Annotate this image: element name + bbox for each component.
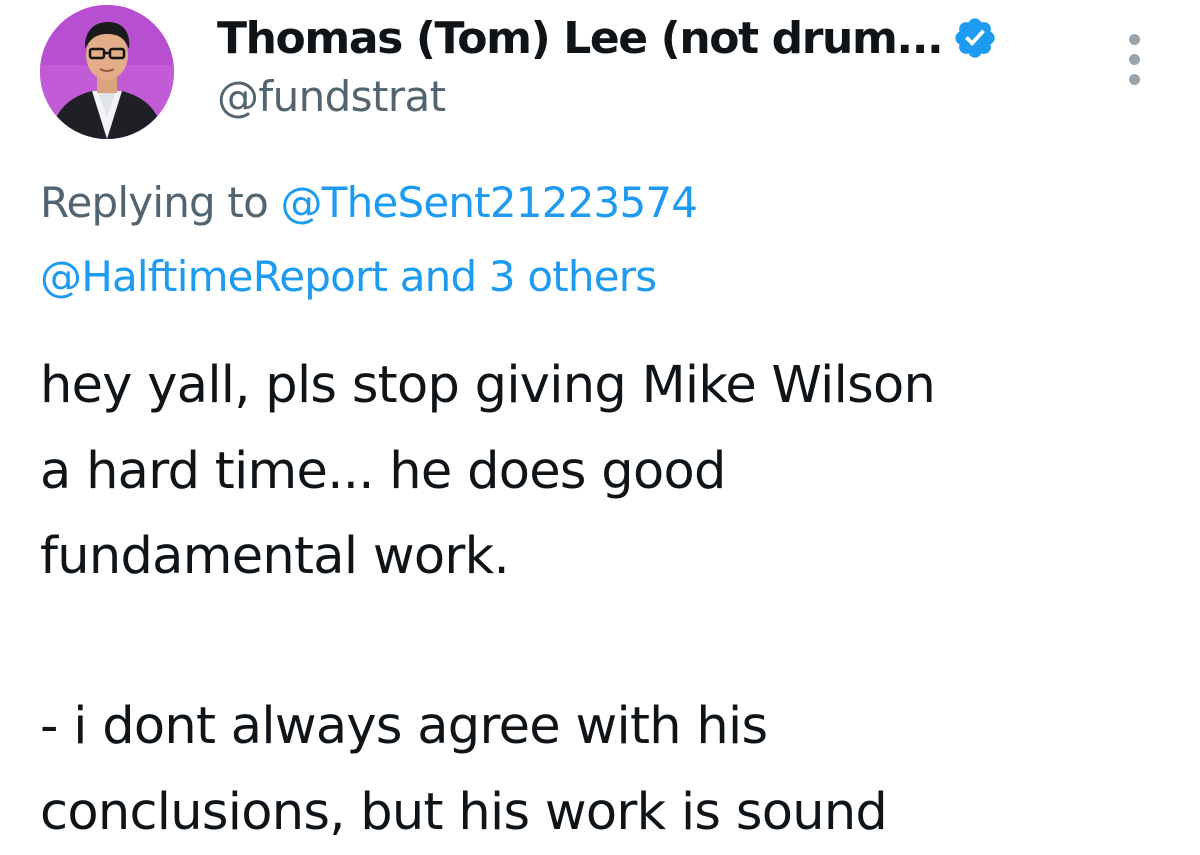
more-dot-icon — [1129, 34, 1140, 45]
tweet-text-line: - i dont always agree with his — [40, 697, 768, 756]
more-dot-icon — [1129, 54, 1140, 65]
reply-prefix: Replying to — [40, 178, 269, 227]
verified-badge-icon[interactable] — [952, 15, 998, 61]
mention-link[interactable]: @HalftimeReport — [40, 252, 388, 301]
mention-link[interactable]: @TheSent21223574 — [281, 178, 698, 227]
reply-context-line-1: Replying to @TheSent21223574 — [40, 178, 698, 227]
avatar-photo — [40, 5, 174, 139]
tweet-text-line: a hard time... he does good — [40, 442, 726, 501]
tweet-text-line: conclusions, but his work is sound — [40, 783, 888, 842]
more-options-button[interactable] — [1117, 30, 1153, 90]
more-dot-icon — [1129, 74, 1140, 85]
others-link[interactable]: and 3 others — [400, 252, 657, 301]
author-display-name[interactable]: Thomas (Tom) Lee (not drum... — [217, 13, 944, 64]
tweet-text-line: hey yall, pls stop giving Mike Wilson — [40, 356, 936, 415]
author-handle[interactable]: @fundstrat — [217, 72, 446, 121]
author-avatar[interactable] — [40, 5, 174, 139]
tweet-card: Thomas (Tom) Lee (not drum... @fundstrat… — [0, 0, 1200, 855]
tweet-text-line: fundamental work. — [40, 527, 510, 586]
author-name-row: Thomas (Tom) Lee (not drum... — [217, 8, 998, 68]
reply-context-line-2: @HalftimeReport and 3 others — [40, 252, 657, 301]
